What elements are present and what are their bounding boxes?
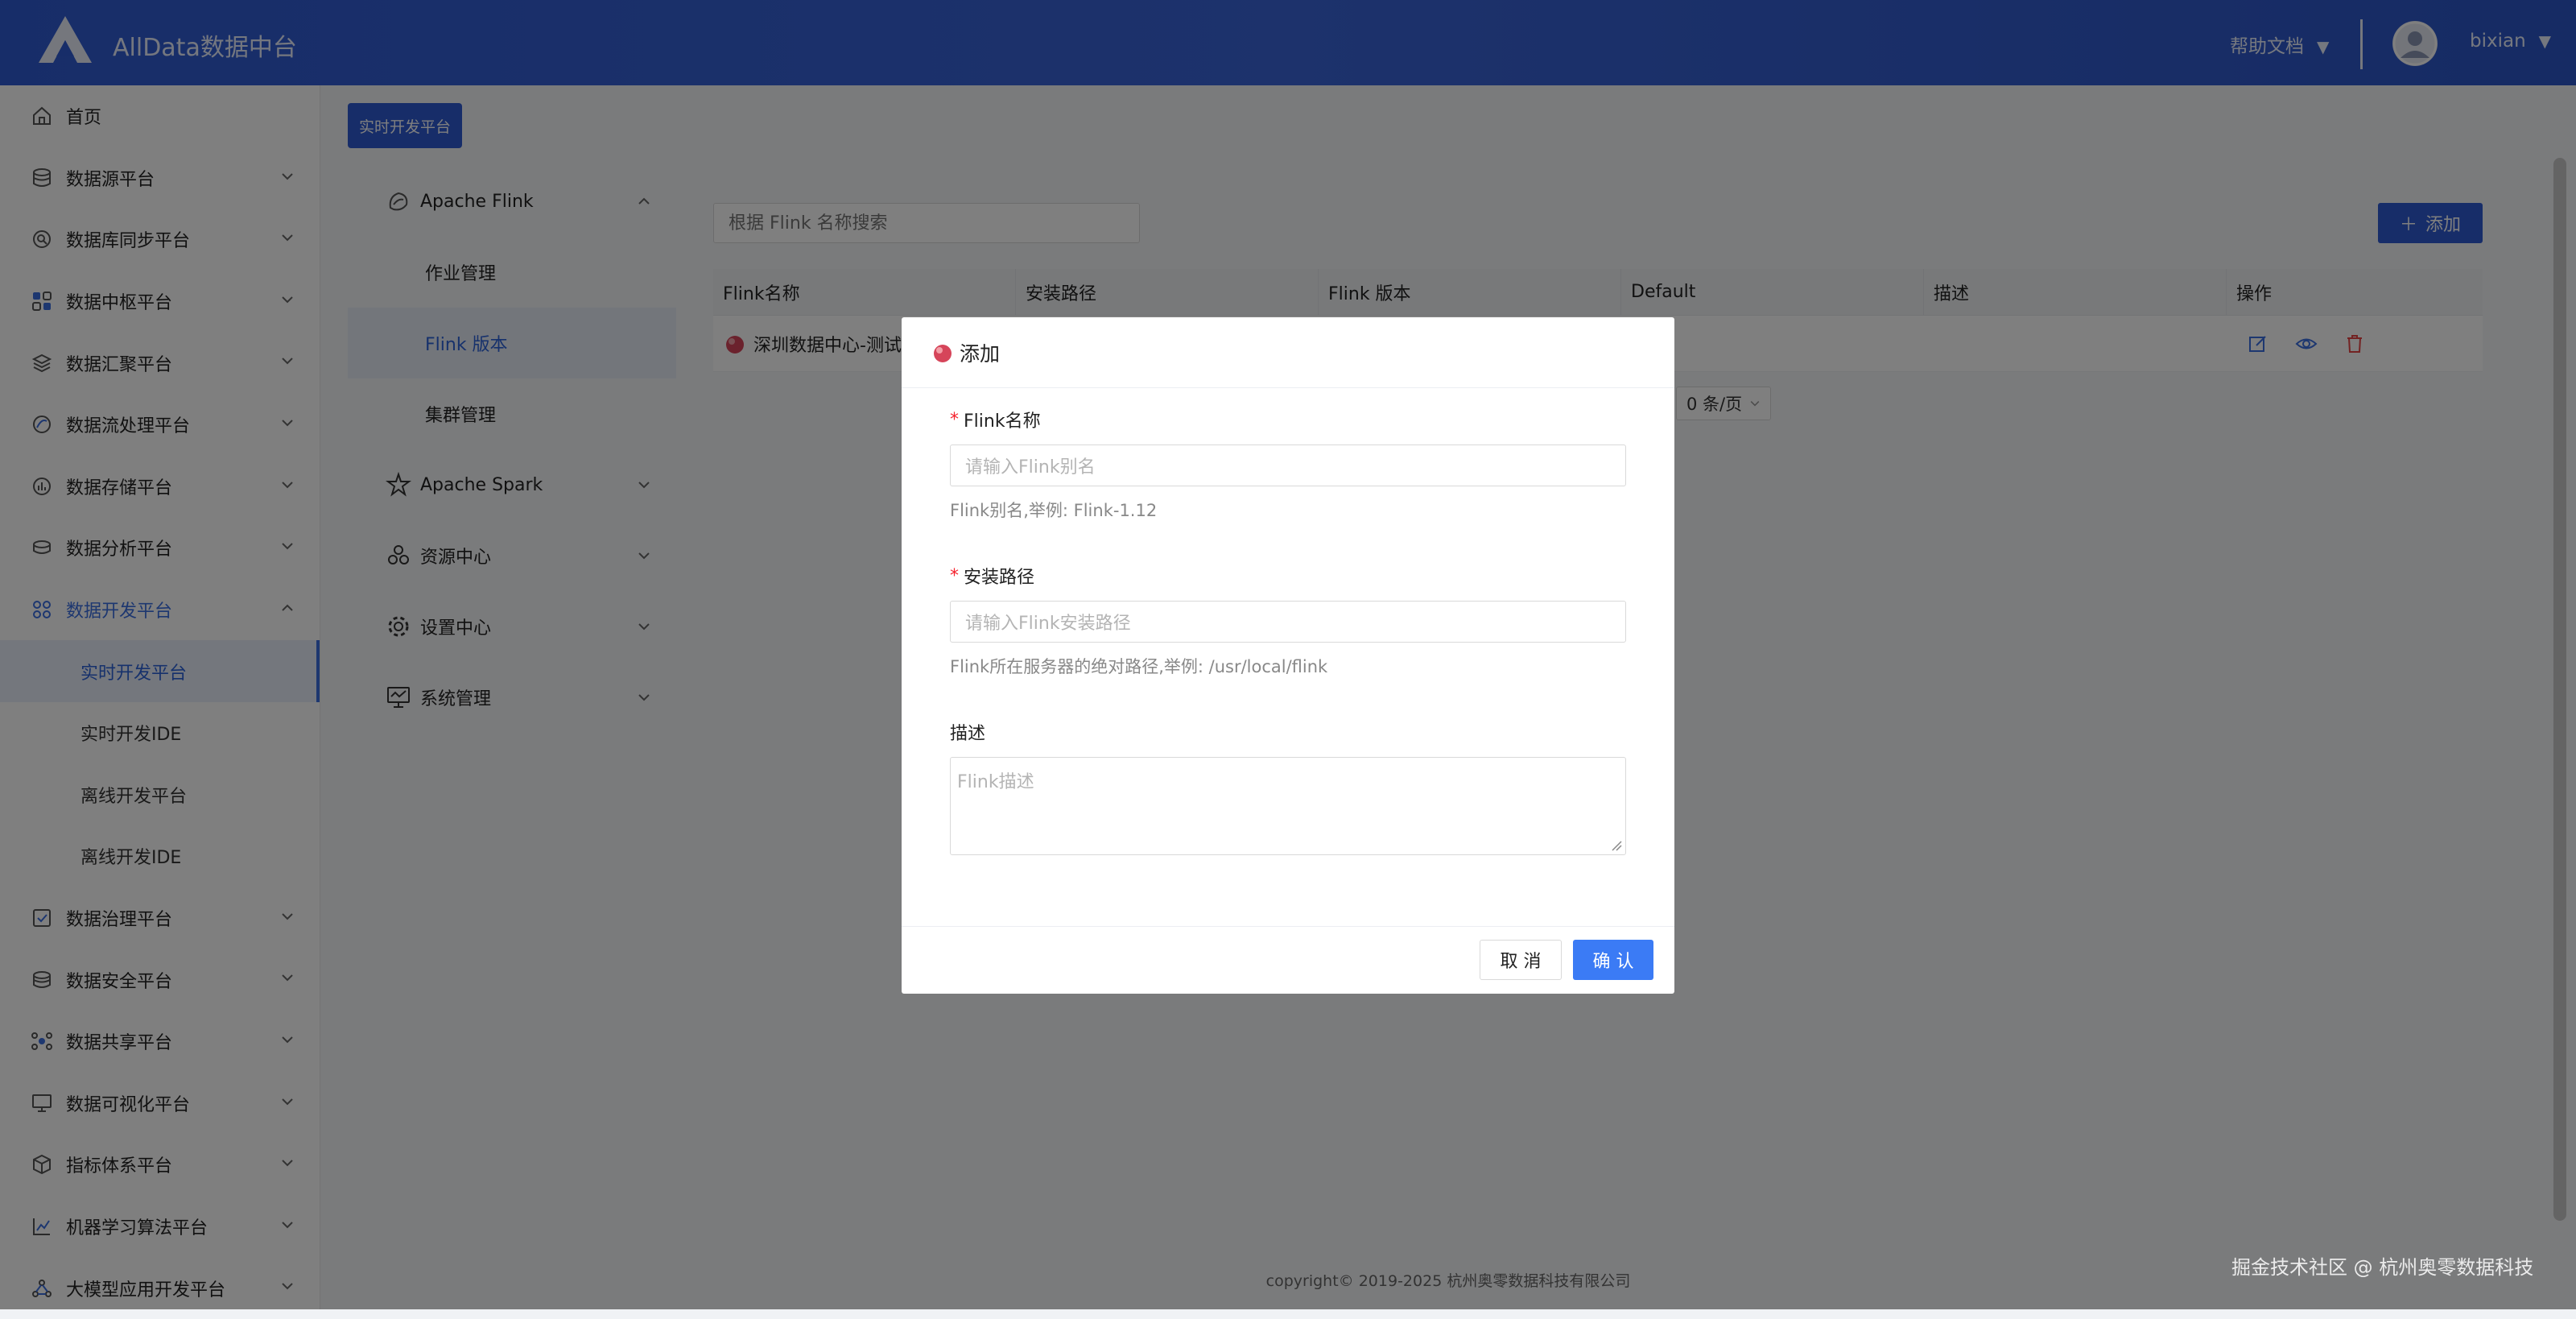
flink-name-help: Flink别名,举例: Flink-1.12 (950, 501, 1158, 520)
required-mark: * (950, 565, 959, 586)
cancel-button[interactable]: 取 消 (1480, 940, 1562, 980)
description-label: 描述 (950, 724, 986, 744)
juejin-watermark: 掘金技术社区 @ 杭州奥零数据科技 (2231, 1256, 2534, 1279)
field-description: 描述 Flink描述 (950, 718, 1626, 855)
field-install-path: * 安装路径 请输入Flink安装路径 Flink所在服务器的绝对路径,举例: /… (950, 562, 1626, 678)
dialog-header: 添加 (902, 317, 1674, 388)
required-mark: * (950, 409, 959, 430)
flink-name-label: Flink名称 (964, 411, 1041, 432)
field-label: * Flink名称 (950, 406, 1626, 433)
description-textarea[interactable]: Flink描述 (950, 757, 1626, 855)
field-label: * 安装路径 (950, 562, 1626, 589)
install-path-help: Flink所在服务器的绝对路径,举例: /usr/local/flink (950, 657, 1328, 676)
add-flink-dialog: 添加 * Flink名称 请输入Flink别名 Flink别名,举例: Flink… (902, 317, 1674, 994)
flink-squirrel-icon (934, 344, 952, 362)
resize-handle-icon[interactable] (1611, 840, 1622, 851)
flink-name-input[interactable]: 请输入Flink别名 (950, 444, 1626, 486)
install-path-input[interactable]: 请输入Flink安装路径 (950, 601, 1626, 643)
field-flink-name: * Flink名称 请输入Flink别名 Flink别名,举例: Flink-1.… (950, 406, 1626, 522)
confirm-button[interactable]: 确 认 (1573, 940, 1653, 980)
install-path-label: 安装路径 (964, 568, 1035, 588)
description-placeholder: Flink描述 (957, 772, 1034, 792)
dialog-footer: 取 消 确 认 (902, 926, 1674, 994)
dialog-title: 添加 (960, 341, 1001, 366)
add-flink-form: * Flink名称 请输入Flink别名 Flink别名,举例: Flink-1.… (950, 406, 1626, 895)
